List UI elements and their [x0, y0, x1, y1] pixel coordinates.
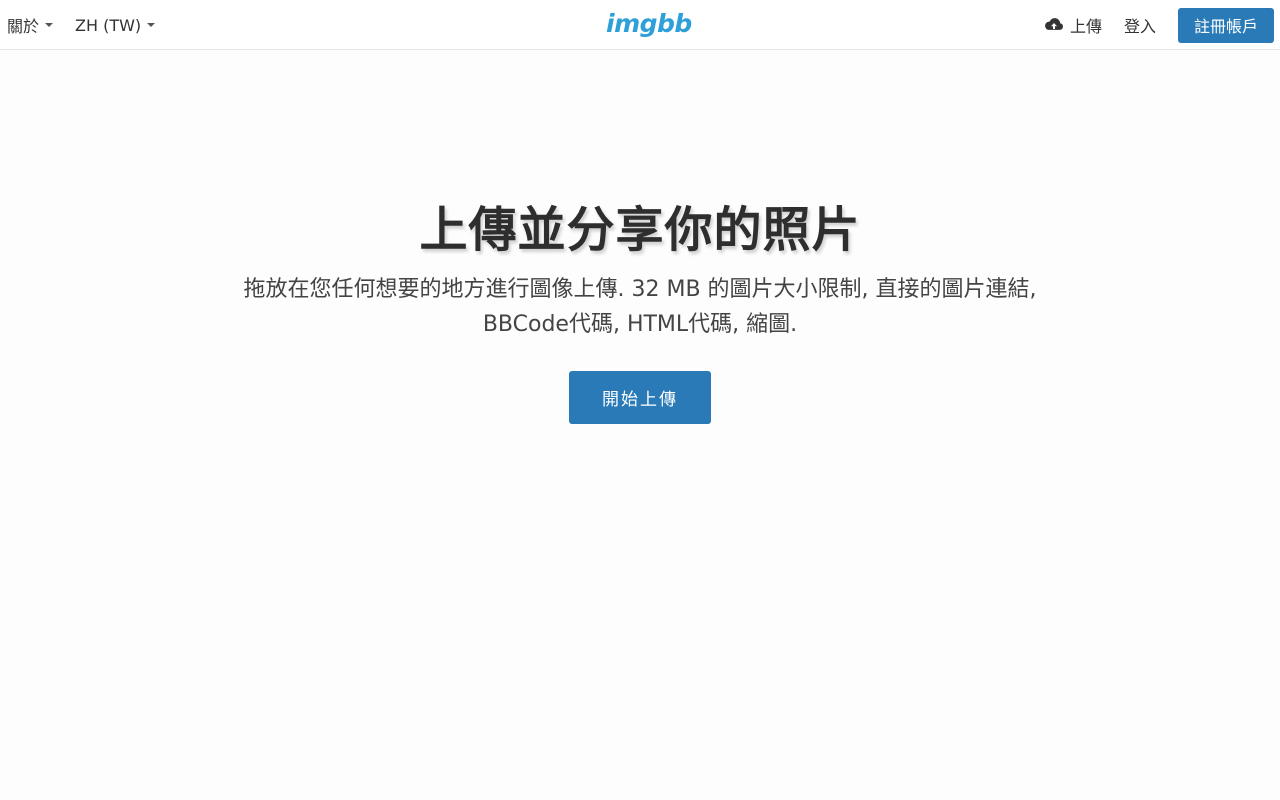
signup-button[interactable]: 註冊帳戶 — [1178, 7, 1274, 43]
about-menu-label: 關於 — [7, 17, 40, 36]
nav-right-group: 上傳 登入 註冊帳戶 — [1044, 0, 1274, 50]
language-menu-label: ZH (TW) — [75, 15, 142, 35]
about-menu[interactable]: 關於 — [7, 13, 54, 37]
login-link[interactable]: 登入 — [1124, 13, 1156, 37]
top-navbar: 關於 ZH (TW) imgbb 上傳 登入 註冊帳戶 — [0, 0, 1280, 50]
caret-down-icon — [147, 23, 156, 27]
cloud-upload-icon — [1045, 18, 1063, 30]
hero-description: 拖放在您任何想要的地方進行圖像上傳. 32 MB 的圖片大小限制, 直接的圖片連… — [243, 277, 1037, 337]
imgbb-logo[interactable]: imgbb — [606, 8, 692, 40]
upload-link-label: 上傳 — [1069, 17, 1102, 36]
start-upload-button[interactable]: 開始上傳 — [569, 371, 711, 424]
nav-left-group: 關於 ZH (TW) — [7, 0, 177, 50]
hero-title: 上傳並分享你的照片 — [419, 202, 861, 258]
language-menu[interactable]: ZH (TW) — [75, 15, 156, 35]
caret-down-icon — [45, 23, 54, 27]
upload-link[interactable]: 上傳 — [1044, 13, 1102, 37]
